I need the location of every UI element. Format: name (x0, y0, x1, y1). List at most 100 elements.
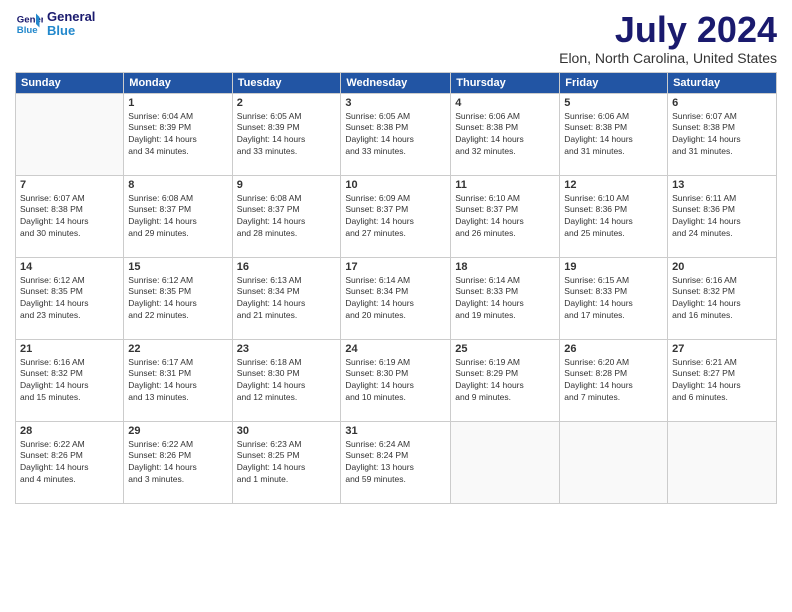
day-info: Sunrise: 6:19 AM Sunset: 8:29 PM Dayligh… (455, 357, 555, 405)
calendar-cell: 12 Sunrise: 6:10 AM Sunset: 8:36 PM Dayli… (560, 175, 668, 257)
day-info: Sunrise: 6:18 AM Sunset: 8:30 PM Dayligh… (237, 357, 337, 405)
calendar-cell: 22 Sunrise: 6:17 AM Sunset: 8:31 PM Dayli… (124, 339, 232, 421)
calendar-cell: 6 Sunrise: 6:07 AM Sunset: 8:38 PM Daylig… (668, 93, 777, 175)
day-number: 1 (128, 97, 227, 109)
day-info: Sunrise: 6:12 AM Sunset: 8:35 PM Dayligh… (20, 275, 119, 323)
day-info: Sunrise: 6:09 AM Sunset: 8:37 PM Dayligh… (345, 193, 446, 241)
day-number: 10 (345, 179, 446, 191)
calendar-cell: 24 Sunrise: 6:19 AM Sunset: 8:30 PM Dayli… (341, 339, 451, 421)
header-wednesday: Wednesday (341, 72, 451, 93)
day-number: 15 (128, 261, 227, 273)
day-number: 3 (345, 97, 446, 109)
day-number: 4 (455, 97, 555, 109)
day-number: 17 (345, 261, 446, 273)
week-row-5: 28 Sunrise: 6:22 AM Sunset: 8:26 PM Dayli… (16, 421, 777, 503)
calendar-cell (668, 421, 777, 503)
header-tuesday: Tuesday (232, 72, 341, 93)
day-info: Sunrise: 6:10 AM Sunset: 8:36 PM Dayligh… (564, 193, 663, 241)
day-number: 29 (128, 425, 227, 437)
calendar-cell: 10 Sunrise: 6:09 AM Sunset: 8:37 PM Dayli… (341, 175, 451, 257)
day-info: Sunrise: 6:14 AM Sunset: 8:34 PM Dayligh… (345, 275, 446, 323)
day-info: Sunrise: 6:06 AM Sunset: 8:38 PM Dayligh… (455, 111, 555, 159)
day-number: 23 (237, 343, 337, 355)
day-info: Sunrise: 6:08 AM Sunset: 8:37 PM Dayligh… (128, 193, 227, 241)
day-number: 31 (345, 425, 446, 437)
calendar-table: SundayMondayTuesdayWednesdayThursdayFrid… (15, 72, 777, 504)
logo-icon: General Blue (15, 10, 43, 38)
day-number: 30 (237, 425, 337, 437)
day-number: 7 (20, 179, 119, 191)
calendar-cell: 3Sunrise: 6:05 AM Sunset: 8:38 PM Daylig… (341, 93, 451, 175)
day-number: 14 (20, 261, 119, 273)
calendar-cell: 30Sunrise: 6:23 AM Sunset: 8:25 PM Dayli… (232, 421, 341, 503)
day-number: 24 (345, 343, 446, 355)
calendar-cell: 15 Sunrise: 6:12 AM Sunset: 8:35 PM Dayli… (124, 257, 232, 339)
logo-general: General (47, 10, 95, 24)
day-info: Sunrise: 6:21 AM Sunset: 8:27 PM Dayligh… (672, 357, 772, 405)
day-number: 6 (672, 97, 772, 109)
calendar-cell: 21 Sunrise: 6:16 AM Sunset: 8:32 PM Dayli… (16, 339, 124, 421)
day-info: Sunrise: 6:22 AM Sunset: 8:26 PM Dayligh… (20, 439, 119, 487)
day-number: 16 (237, 261, 337, 273)
day-number: 26 (564, 343, 663, 355)
header-thursday: Thursday (451, 72, 560, 93)
day-number: 22 (128, 343, 227, 355)
calendar-cell: 4 Sunrise: 6:06 AM Sunset: 8:38 PM Daylig… (451, 93, 560, 175)
header-friday: Friday (560, 72, 668, 93)
page: General Blue General Blue July 2024 Elon… (0, 0, 792, 612)
day-number: 9 (237, 179, 337, 191)
calendar-cell: 20Sunrise: 6:16 AM Sunset: 8:32 PM Dayli… (668, 257, 777, 339)
day-info: Sunrise: 6:07 AM Sunset: 8:38 PM Dayligh… (672, 111, 772, 159)
calendar-cell: 8 Sunrise: 6:08 AM Sunset: 8:37 PM Daylig… (124, 175, 232, 257)
week-row-3: 14 Sunrise: 6:12 AM Sunset: 8:35 PM Dayli… (16, 257, 777, 339)
day-info: Sunrise: 6:04 AM Sunset: 8:39 PM Dayligh… (128, 111, 227, 159)
calendar-cell: 26 Sunrise: 6:20 AM Sunset: 8:28 PM Dayli… (560, 339, 668, 421)
header-saturday: Saturday (668, 72, 777, 93)
svg-text:Blue: Blue (17, 25, 38, 36)
day-info: Sunrise: 6:17 AM Sunset: 8:31 PM Dayligh… (128, 357, 227, 405)
calendar-cell: 25 Sunrise: 6:19 AM Sunset: 8:29 PM Dayli… (451, 339, 560, 421)
day-info: Sunrise: 6:11 AM Sunset: 8:36 PM Dayligh… (672, 193, 772, 241)
calendar-cell: 28 Sunrise: 6:22 AM Sunset: 8:26 PM Dayli… (16, 421, 124, 503)
day-info: Sunrise: 6:07 AM Sunset: 8:38 PM Dayligh… (20, 193, 119, 241)
header: General Blue General Blue July 2024 Elon… (15, 10, 777, 66)
header-monday: Monday (124, 72, 232, 93)
calendar-cell (560, 421, 668, 503)
calendar-cell: 2Sunrise: 6:05 AM Sunset: 8:39 PM Daylig… (232, 93, 341, 175)
day-info: Sunrise: 6:08 AM Sunset: 8:37 PM Dayligh… (237, 193, 337, 241)
day-number: 12 (564, 179, 663, 191)
day-number: 11 (455, 179, 555, 191)
calendar-cell: 5Sunrise: 6:06 AM Sunset: 8:38 PM Daylig… (560, 93, 668, 175)
day-info: Sunrise: 6:24 AM Sunset: 8:24 PM Dayligh… (345, 439, 446, 487)
day-info: Sunrise: 6:10 AM Sunset: 8:37 PM Dayligh… (455, 193, 555, 241)
month-title: July 2024 (559, 10, 777, 50)
day-info: Sunrise: 6:13 AM Sunset: 8:34 PM Dayligh… (237, 275, 337, 323)
calendar-cell: 1 Sunrise: 6:04 AM Sunset: 8:39 PM Daylig… (124, 93, 232, 175)
logo-blue: Blue (47, 24, 95, 38)
day-info: Sunrise: 6:20 AM Sunset: 8:28 PM Dayligh… (564, 357, 663, 405)
day-number: 2 (237, 97, 337, 109)
day-info: Sunrise: 6:22 AM Sunset: 8:26 PM Dayligh… (128, 439, 227, 487)
calendar-header-row: SundayMondayTuesdayWednesdayThursdayFrid… (16, 72, 777, 93)
day-info: Sunrise: 6:19 AM Sunset: 8:30 PM Dayligh… (345, 357, 446, 405)
logo: General Blue General Blue (15, 10, 95, 39)
day-info: Sunrise: 6:12 AM Sunset: 8:35 PM Dayligh… (128, 275, 227, 323)
day-info: Sunrise: 6:15 AM Sunset: 8:33 PM Dayligh… (564, 275, 663, 323)
day-number: 28 (20, 425, 119, 437)
day-number: 27 (672, 343, 772, 355)
calendar-cell: 27 Sunrise: 6:21 AM Sunset: 8:27 PM Dayli… (668, 339, 777, 421)
calendar-cell (16, 93, 124, 175)
day-info: Sunrise: 6:14 AM Sunset: 8:33 PM Dayligh… (455, 275, 555, 323)
day-number: 8 (128, 179, 227, 191)
day-number: 25 (455, 343, 555, 355)
calendar-cell: 23 Sunrise: 6:18 AM Sunset: 8:30 PM Dayli… (232, 339, 341, 421)
calendar-cell (451, 421, 560, 503)
calendar-cell: 11 Sunrise: 6:10 AM Sunset: 8:37 PM Dayli… (451, 175, 560, 257)
calendar-cell: 14 Sunrise: 6:12 AM Sunset: 8:35 PM Dayli… (16, 257, 124, 339)
day-number: 21 (20, 343, 119, 355)
calendar-cell: 19Sunrise: 6:15 AM Sunset: 8:33 PM Dayli… (560, 257, 668, 339)
day-number: 13 (672, 179, 772, 191)
calendar-cell: 29 Sunrise: 6:22 AM Sunset: 8:26 PM Dayli… (124, 421, 232, 503)
location-title: Elon, North Carolina, United States (559, 50, 777, 66)
day-info: Sunrise: 6:16 AM Sunset: 8:32 PM Dayligh… (20, 357, 119, 405)
